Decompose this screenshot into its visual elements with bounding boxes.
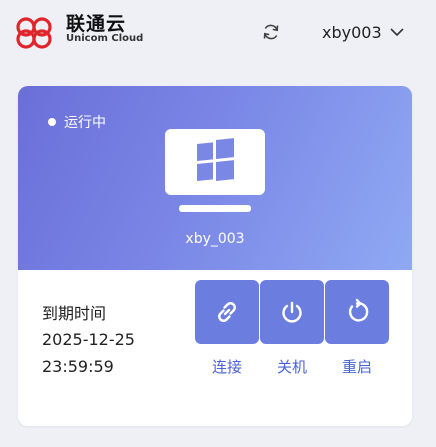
brand-name: 联通云 bbox=[66, 13, 127, 35]
connect-label: 连接 bbox=[211, 358, 242, 376]
chevron-down-icon bbox=[390, 28, 404, 37]
header: 联通云 Unicom Cloud xby003 bbox=[0, 0, 436, 64]
power-icon bbox=[282, 301, 302, 323]
vm-card-header: 运行中 xby_003 bbox=[18, 86, 412, 270]
refresh-icon[interactable] bbox=[261, 22, 281, 42]
link-icon bbox=[218, 302, 236, 322]
vm-card-body: 到期时间 2025-12-25 23:59:59 连接 关机 重启 bbox=[18, 270, 412, 426]
shutdown-label: 关机 bbox=[276, 358, 307, 376]
status-indicator: 运行中 bbox=[48, 112, 106, 132]
restart-button[interactable]: 重启 bbox=[325, 280, 389, 377]
expire-label: 到期时间 bbox=[42, 304, 107, 323]
unicom-logo-icon bbox=[16, 17, 52, 49]
brand-subtitle: Unicom Cloud bbox=[66, 33, 144, 44]
restart-label: 重启 bbox=[341, 358, 372, 376]
vm-name: xby_003 bbox=[185, 231, 245, 247]
shutdown-button[interactable]: 关机 bbox=[260, 280, 324, 377]
user-menu[interactable]: xby003 bbox=[322, 20, 404, 44]
status-text: 运行中 bbox=[64, 115, 106, 131]
status-dot bbox=[48, 118, 56, 126]
shutdown-button-tile[interactable] bbox=[260, 280, 324, 344]
connect-button-tile[interactable] bbox=[195, 280, 259, 344]
restart-button-tile[interactable] bbox=[325, 280, 389, 344]
restart-icon bbox=[348, 298, 369, 322]
expire-date: 2025-12-25 bbox=[42, 330, 135, 349]
expire-time: 23:59:59 bbox=[42, 357, 114, 376]
username: xby003 bbox=[322, 22, 382, 42]
vm-card: 运行中 xby_003 到期时间 2025-12-25 23:59:59 连接 … bbox=[18, 86, 412, 426]
connect-button[interactable]: 连接 bbox=[195, 280, 259, 377]
windows-monitor-icon bbox=[165, 129, 265, 212]
